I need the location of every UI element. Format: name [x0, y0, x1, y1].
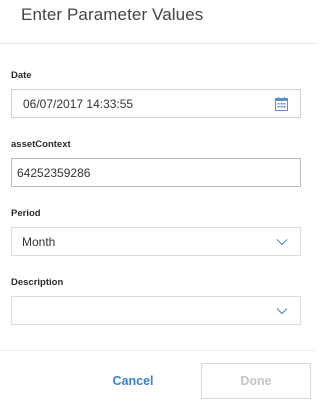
asset-context-input[interactable]: 64252359286: [11, 158, 301, 187]
cancel-button[interactable]: Cancel: [105, 366, 161, 396]
period-value: Month: [22, 234, 56, 249]
chevron-down-icon: [276, 308, 288, 315]
period-select[interactable]: Month: [11, 227, 301, 256]
chevron-down-icon: [276, 239, 288, 246]
asset-context-label: assetContext: [11, 139, 71, 150]
footer-divider: [0, 350, 316, 351]
date-value: 06/07/2017 14:33:55: [23, 96, 134, 111]
calendar-icon[interactable]: [275, 97, 288, 111]
parameter-dialog: Enter Parameter Values Date 06/07/2017 1…: [0, 0, 316, 406]
dialog-header: Enter Parameter Values: [0, 0, 316, 44]
date-label: Date: [11, 70, 32, 81]
description-label: Description: [11, 277, 64, 288]
dialog-title: Enter Parameter Values: [21, 5, 204, 24]
date-field[interactable]: 06/07/2017 14:33:55: [11, 89, 301, 118]
period-label: Period: [11, 208, 41, 219]
description-select[interactable]: [11, 296, 301, 325]
done-button[interactable]: Done: [201, 363, 311, 399]
asset-context-value: 64252359286: [17, 165, 91, 180]
